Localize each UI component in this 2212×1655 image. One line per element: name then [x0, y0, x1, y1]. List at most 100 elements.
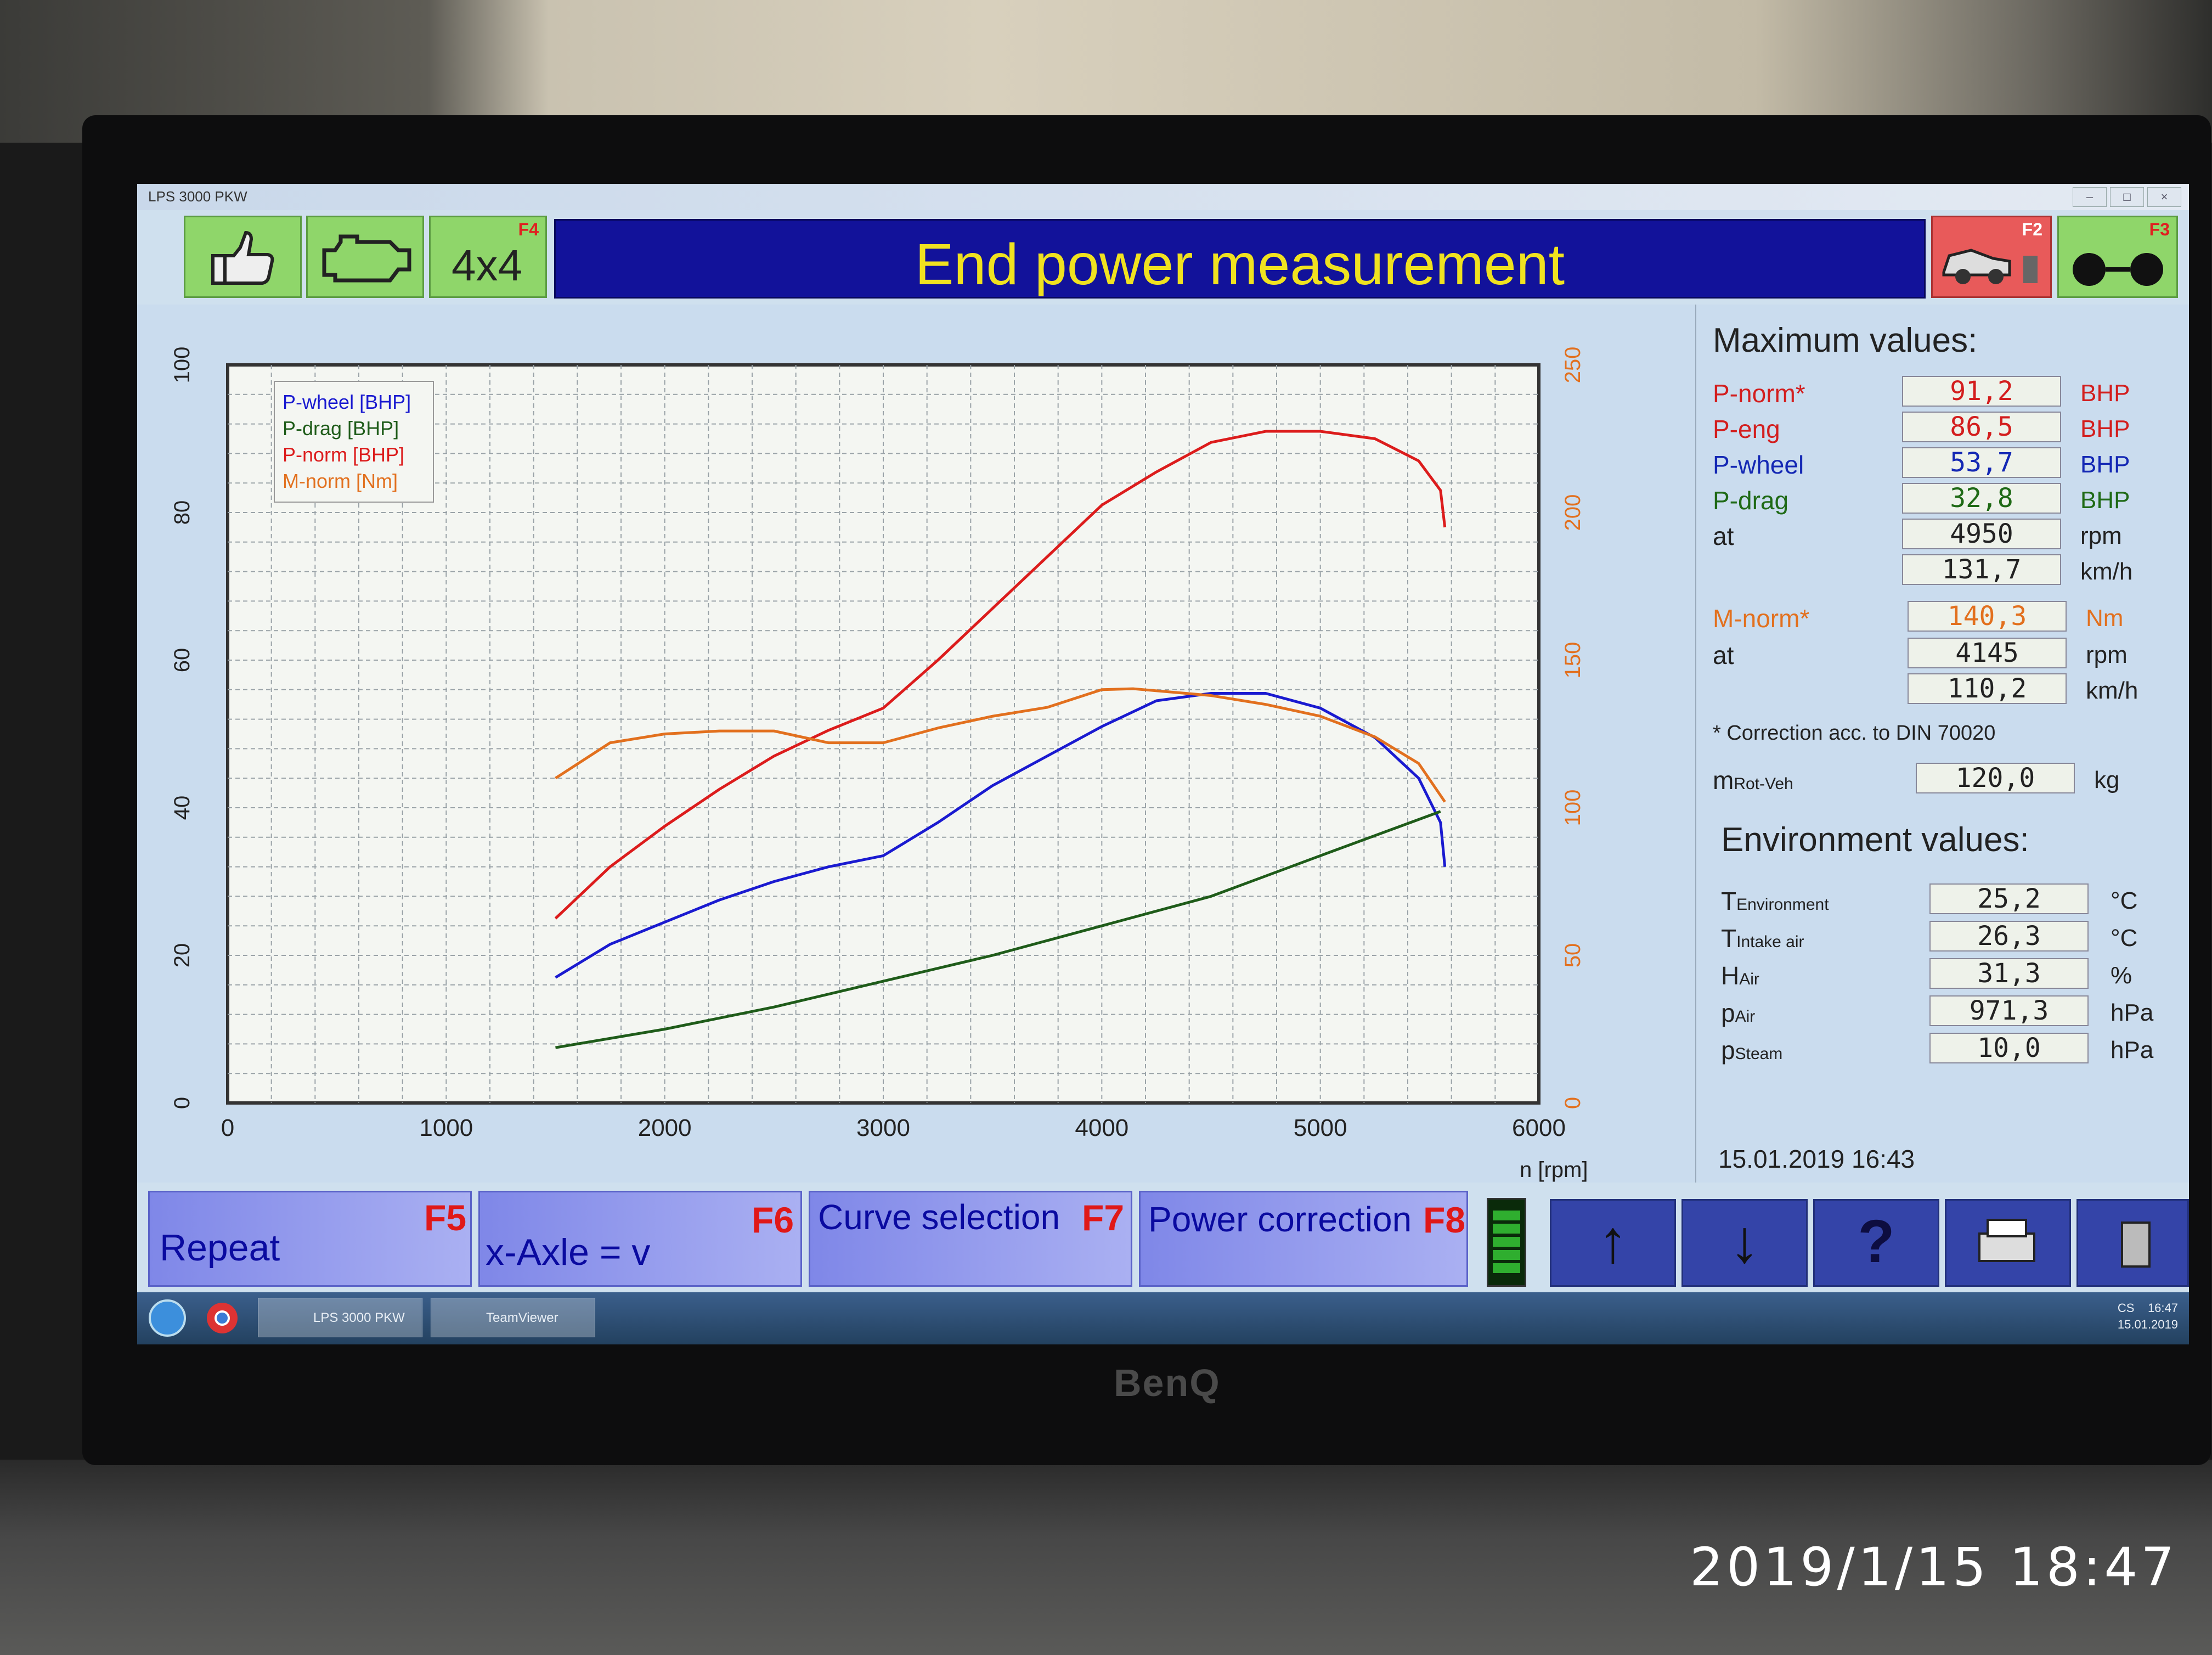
car-on-dyno-button[interactable]: F2	[1931, 216, 2052, 298]
p-norm-value: 91,2	[1902, 376, 2061, 407]
rpm-unit: rpm	[2080, 522, 2122, 549]
repeat-button[interactable]: Repeat F5	[148, 1191, 472, 1287]
thumbs-up-button[interactable]	[184, 216, 302, 298]
x-axle-label: x-Axle = v	[486, 1231, 651, 1273]
tray-time: 16:47	[2147, 1301, 2178, 1315]
p-wheel-label: P-wheel	[1713, 451, 1804, 479]
exit-button[interactable]	[2076, 1199, 2189, 1287]
door-icon	[2121, 1221, 2151, 1268]
help-icon: ?	[1858, 1208, 1895, 1275]
legend-entry: P-drag [BHP]	[283, 417, 399, 440]
engine-button[interactable]	[306, 216, 424, 298]
minimize-button[interactable]: –	[2073, 187, 2107, 207]
p-norm-label: P-norm*	[1713, 379, 1805, 408]
m-speed-value: 110,2	[1908, 673, 2067, 704]
taskbar-item-lps[interactable]: LPS 3000 PKW	[258, 1298, 422, 1337]
env-row-value: 25,2	[1929, 883, 2089, 914]
env-row-unit: hPa	[2111, 1037, 2154, 1063]
power-curve-chart: 0 1000 2000 3000 4000 5000 6000020406080100050…	[170, 347, 1588, 1182]
env-row-unit: °C	[2111, 925, 2138, 952]
page-title-banner: End power measurement	[554, 219, 1926, 299]
y-tick-label-left: 80	[170, 500, 194, 525]
power-correction-button[interactable]: Power correction F8	[1139, 1191, 1468, 1287]
legend-entry: P-norm [BHP]	[283, 443, 404, 466]
m-speed-unit: km/h	[2086, 677, 2138, 704]
curve-selection-label: Curve selection	[818, 1197, 1060, 1237]
y-tick-label-left: 0	[170, 1097, 194, 1109]
m-rpm-value: 4145	[1908, 638, 2067, 668]
values-panel: Maximum values: P-norm* 91,2 BHP P-eng 8…	[1695, 305, 2189, 1183]
thumbs-up-icon	[211, 230, 274, 285]
env-row-value: 26,3	[1929, 921, 2089, 952]
mrot-label: mRot-Veh	[1713, 766, 1793, 795]
printer-icon	[1978, 1219, 2035, 1262]
close-button[interactable]: ×	[2147, 187, 2181, 207]
help-button[interactable]: ?	[1813, 1199, 1939, 1287]
m-norm-unit: Nm	[2086, 605, 2124, 632]
scroll-down-button[interactable]: ↓	[1681, 1199, 1808, 1287]
x-tick-label: 0	[221, 1114, 234, 1141]
f4-key-label: F4	[518, 219, 539, 239]
signal-level-indicator	[1487, 1198, 1526, 1287]
window-titlebar: LPS 3000 PKW – □ ×	[137, 184, 2189, 210]
p-drag-value: 32,8	[1902, 483, 2061, 514]
at-label: at	[1713, 522, 1734, 550]
mrot-value: 120,0	[1916, 763, 2075, 793]
speed-unit: km/h	[2080, 558, 2133, 585]
mrot-unit: kg	[2094, 767, 2120, 793]
y-tick-label-right: 150	[1561, 642, 1585, 679]
x-tick-label: 6000	[1512, 1114, 1566, 1141]
window-title: LPS 3000 PKW	[148, 188, 247, 205]
monitor-brand: BenQ	[1114, 1361, 1221, 1404]
chart-legend: P-wheel [BHP] P-drag [BHP] P-norm [BHP] M-n…	[274, 381, 434, 503]
f7-key-label: F7	[1082, 1197, 1125, 1238]
maximize-button[interactable]: □	[2110, 187, 2144, 207]
taskbar-item-teamviewer[interactable]: TeamViewer	[431, 1298, 595, 1337]
m-at-label: at	[1713, 641, 1734, 669]
environment-heading: Environment values:	[1721, 821, 2029, 859]
roller-button[interactable]: F3	[2057, 216, 2178, 298]
y-tick-label-left: 20	[170, 943, 194, 968]
up-arrow-icon: ↑	[1598, 1208, 1628, 1275]
y-tick-label-left: 60	[170, 648, 194, 673]
env-row-unit: hPa	[2111, 999, 2154, 1026]
4x4-button[interactable]: F4 4x4	[429, 216, 547, 298]
print-button[interactable]	[1945, 1199, 2071, 1287]
m-norm-label: M-norm*	[1713, 604, 1810, 633]
f5-key-label: F5	[424, 1197, 467, 1238]
p-drag-unit: BHP	[2080, 487, 2130, 514]
speed-value: 131,7	[1902, 554, 2061, 585]
f3-key-label: F3	[2149, 219, 2170, 239]
p-eng-value: 86,5	[1902, 412, 2061, 442]
y-tick-label-right: 200	[1561, 494, 1585, 531]
language-indicator[interactable]: CS	[2118, 1301, 2135, 1315]
env-row-label: pAir	[1721, 999, 1756, 1027]
4x4-label: 4x4	[452, 241, 522, 290]
os-taskbar: LPS 3000 PKW TeamViewer CS 16:47 15.01.2…	[137, 1292, 2189, 1344]
chrome-icon[interactable]	[198, 1292, 247, 1344]
scroll-up-button[interactable]: ↑	[1550, 1199, 1676, 1287]
m-norm-value: 140,3	[1908, 601, 2067, 632]
y-tick-label-right: 50	[1561, 943, 1585, 968]
f8-key-label: F8	[1423, 1200, 1466, 1240]
x-tick-label: 4000	[1075, 1114, 1128, 1141]
photo-timestamp: 2019/1/15 18:47	[1690, 1536, 2178, 1598]
env-row-label: pSteam	[1721, 1036, 1783, 1065]
env-row-label: TEnvironment	[1721, 887, 1829, 915]
env-row-label: TIntake air	[1721, 924, 1804, 953]
x-axle-button[interactable]: x-Axle = v F6	[478, 1191, 802, 1287]
start-button-icon[interactable]	[143, 1292, 192, 1344]
m-rpm-unit: rpm	[2086, 641, 2128, 668]
p-eng-label: P-eng	[1713, 415, 1780, 443]
p-drag-label: P-drag	[1713, 486, 1789, 515]
env-row-unit: %	[2111, 962, 2132, 989]
down-arrow-icon: ↓	[1729, 1208, 1760, 1275]
window-controls: – □ ×	[2069, 187, 2181, 207]
tray-date: 15.01.2019	[2117, 1318, 2178, 1331]
curve-selection-button[interactable]: Curve selection F7	[809, 1191, 1132, 1287]
p-norm-unit: BHP	[2080, 380, 2130, 407]
repeat-label: Repeat	[160, 1227, 280, 1269]
p-wheel-value: 53,7	[1902, 447, 2061, 478]
max-values-heading: Maximum values:	[1713, 322, 1978, 359]
x-tick-label: 1000	[419, 1114, 473, 1141]
